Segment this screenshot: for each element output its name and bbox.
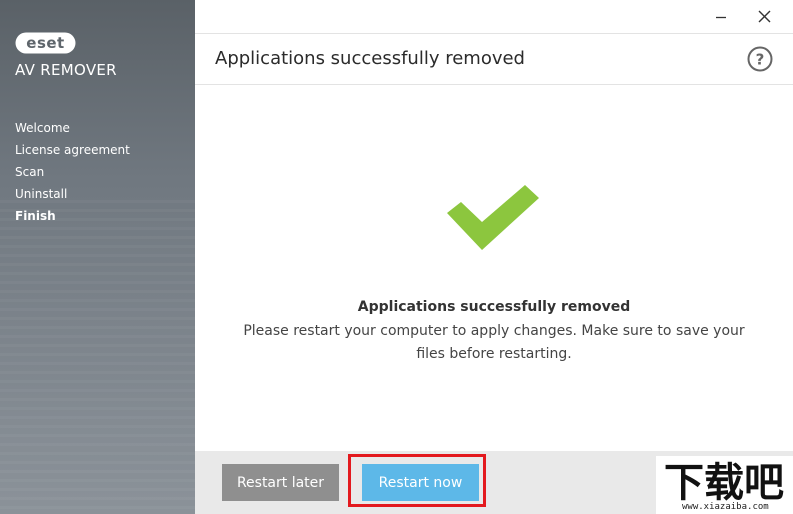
minimize-button[interactable] xyxy=(709,6,733,28)
checkmark-icon xyxy=(447,185,539,250)
eset-logo-text: eset xyxy=(26,34,64,52)
page-header: Applications successfully removed ? xyxy=(195,33,793,85)
sidebar-decoration xyxy=(0,200,195,514)
main-content: Applications successfully removed Please… xyxy=(195,85,793,450)
sidebar-item-welcome[interactable]: Welcome xyxy=(15,119,130,141)
watermark: 下载吧 www.xiazaiba.com xyxy=(656,456,793,514)
eset-logo: eset xyxy=(15,32,76,54)
watermark-logo-text: 下载吧 xyxy=(664,460,784,502)
close-icon xyxy=(758,10,771,23)
help-icon: ? xyxy=(747,46,773,72)
svg-text:?: ? xyxy=(756,51,765,69)
minimize-icon xyxy=(716,16,726,19)
sidebar-item-uninstall[interactable]: Uninstall xyxy=(15,185,130,207)
sidebar-item-license-agreement[interactable]: License agreement xyxy=(15,141,130,163)
status-message-body: Please restart your computer to apply ch… xyxy=(243,323,745,362)
watermark-url: www.xiazaiba.com xyxy=(682,502,769,512)
sidebar-item-finish[interactable]: Finish xyxy=(15,207,130,229)
product-name: AV REMOVER xyxy=(15,61,117,79)
close-button[interactable] xyxy=(752,6,776,28)
restart-later-button[interactable]: Restart later xyxy=(222,464,339,501)
page-title: Applications successfully removed xyxy=(215,48,525,69)
watermark-logo: 下载吧 xyxy=(664,460,784,502)
sidebar: eset AV REMOVER Welcome License agreemen… xyxy=(0,0,195,514)
eset-av-remover-window: eset AV REMOVER Welcome License agreemen… xyxy=(0,0,793,514)
status-message-title: Applications successfully removed xyxy=(357,299,631,315)
help-button[interactable]: ? xyxy=(747,46,773,72)
sidebar-nav: Welcome License agreement Scan Uninstall… xyxy=(15,119,130,229)
sidebar-item-scan[interactable]: Scan xyxy=(15,163,130,185)
restart-now-button[interactable]: Restart now xyxy=(362,464,479,501)
